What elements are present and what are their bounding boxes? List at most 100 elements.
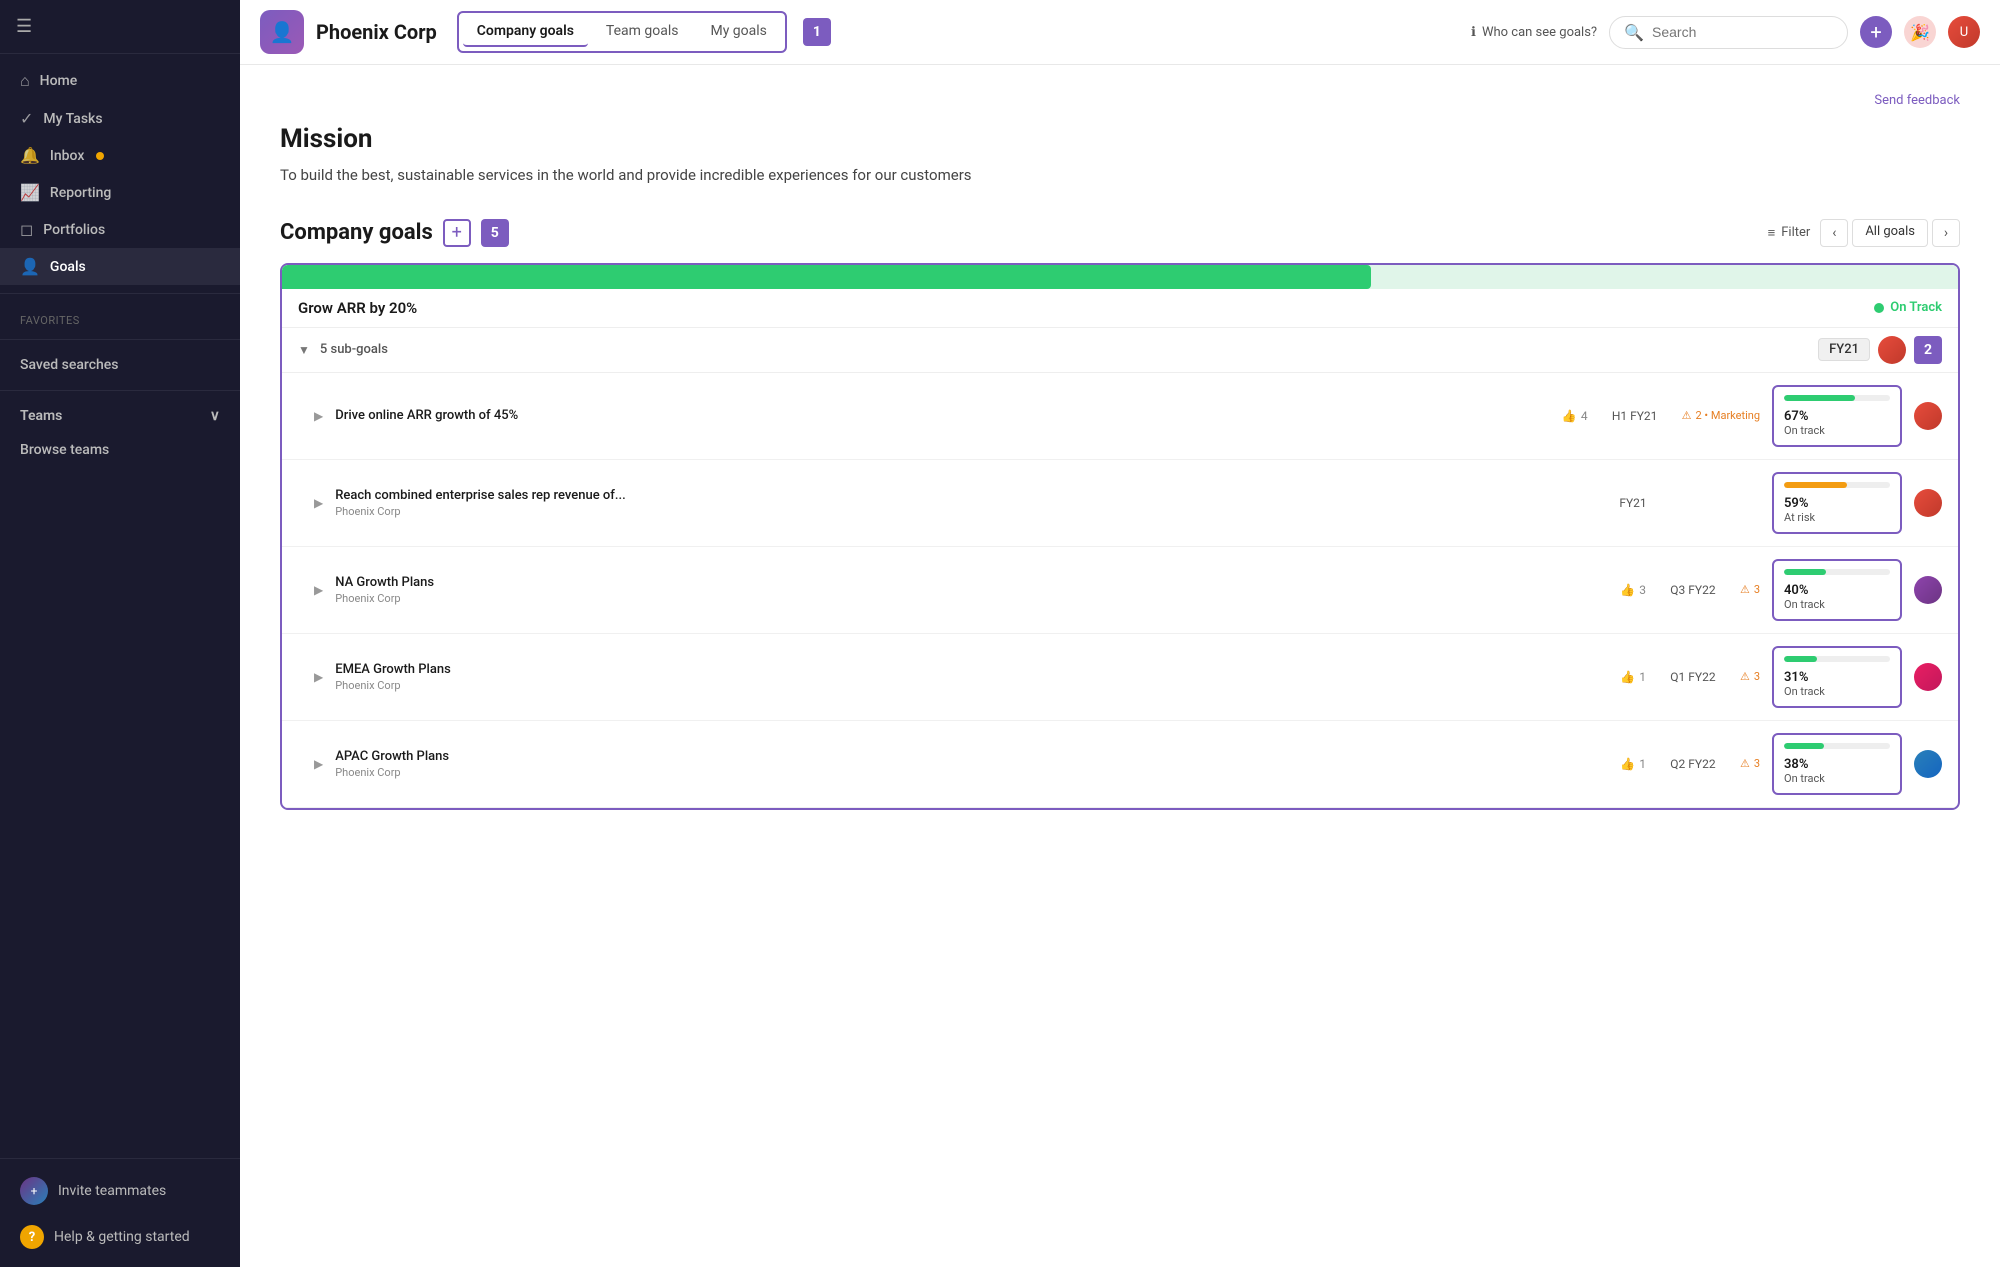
add-company-goal-button[interactable]: + [443,219,471,247]
filter-button[interactable]: ≡ Filter [1768,225,1811,241]
collapse-button[interactable]: ☰ [16,16,32,37]
user-avatar[interactable]: U [1948,16,1980,48]
expand-icon-3[interactable]: ▶ [314,670,323,684]
sub-goals-right-controls: FY21 2 [1818,336,1942,364]
sidebar-header: ☰ [0,0,240,54]
expand-icon-2[interactable]: ▶ [314,583,323,597]
info-icon: ℹ [1471,25,1476,40]
on-track-dot [1874,303,1884,313]
help-icon: ? [20,1225,44,1249]
sub-goal-period-4: Q2 FY22 [1658,757,1728,771]
sub-goal-period-3: Q1 FY22 [1658,670,1728,684]
sub-goal-progress-1: 59% At risk [1772,472,1902,534]
sidebar-item-label: Inbox [50,148,84,164]
expand-icon-0[interactable]: ▶ [314,409,323,423]
tab-team-goals[interactable]: Team goals [592,17,693,47]
fy-badge: FY21 [1818,338,1870,361]
org-avatar: 👤 [260,10,304,54]
sub-goal-name-1: Reach combined enterprise sales rep reve… [335,488,1574,503]
help-button[interactable]: ? Help & getting started [0,1215,240,1259]
send-feedback-link: Send feedback [280,89,1960,108]
like-icon-0: 👍 [1562,409,1577,423]
sub-goal-status-0: On track [1784,424,1890,437]
notification-icon[interactable]: 🎉 [1904,16,1936,48]
sidebar-item-browse-teams[interactable]: Browse teams [0,433,240,467]
sidebar-item-goals[interactable]: 👤 Goals [0,248,240,285]
send-feedback-anchor[interactable]: Send feedback [1874,93,1960,108]
sub-goal-like-0: 👍 4 [1562,409,1588,423]
mini-fill-1 [1784,482,1847,488]
add-goal-button[interactable]: + [1860,16,1892,48]
expand-icon-4[interactable]: ▶ [314,757,323,771]
inbox-icon: 🔔 [20,146,40,165]
sidebar-item-teams[interactable]: Teams ∨ [0,399,240,433]
portfolios-icon: ◻ [20,220,33,239]
warning-count-2: 3 [1754,583,1760,596]
goals-count-badge: 5 [481,219,509,247]
who-can-see-label: Who can see goals? [1482,25,1597,40]
mission-text: To build the best, sustainable services … [280,164,1960,187]
tab-my-goals[interactable]: My goals [696,17,780,47]
sidebar-item-inbox[interactable]: 🔔 Inbox [0,137,240,174]
sidebar-item-my-tasks[interactable]: ✓ My Tasks [0,100,240,137]
mini-bar-0 [1784,395,1890,401]
sub-goal-status-4: On track [1784,772,1890,785]
sub-goal-info-2: NA Growth Plans Phoenix Corp [335,575,1608,605]
sidebar-item-home[interactable]: ⌂ Home [0,62,240,100]
all-goals-button[interactable]: All goals [1852,219,1928,247]
sub-goal-avatar-1 [1914,489,1942,517]
search-icon: 🔍 [1624,23,1644,42]
mini-fill-4 [1784,743,1824,749]
main-area: 👤 Phoenix Corp Company goals Team goals … [240,0,2000,1267]
mini-fill-3 [1784,656,1817,662]
search-input[interactable] [1652,24,1833,40]
sub-goal-progress-3: 31% On track [1772,646,1902,708]
sub-goal-avatar-2 [1914,576,1942,604]
invite-teammates-button[interactable]: + Invite teammates [0,1167,240,1215]
sub-goal-info-1: Reach combined enterprise sales rep reve… [335,488,1574,518]
sub-goal-name-4: APAC Growth Plans [335,749,1608,764]
browse-teams-label: Browse teams [20,442,109,458]
main-progress-bar [282,265,1958,289]
sidebar: ☰ ⌂ Home ✓ My Tasks 🔔 Inbox 📈 Reporting … [0,0,240,1267]
sidebar-item-saved-searches[interactable]: Saved searches [0,348,240,382]
sub-goal-info-3: EMEA Growth Plans Phoenix Corp [335,662,1608,692]
goals-section-title: Company goals [280,220,433,245]
search-box[interactable]: 🔍 [1609,16,1848,49]
next-arrow-button[interactable]: › [1932,219,1960,247]
warning-count-3: 3 [1754,670,1760,683]
page-title: Phoenix Corp [316,20,437,44]
sub-goal-avatar-3 [1914,663,1942,691]
sidebar-item-reporting[interactable]: 📈 Reporting [0,174,240,211]
sub-goal-info-0: Drive online ARR growth of 45% [335,408,1550,423]
expand-arrow-icon[interactable]: ▼ [298,343,310,357]
invite-avatar: + [20,1177,48,1205]
sidebar-item-portfolios[interactable]: ◻ Portfolios [0,211,240,248]
goals-section-header: Company goals + 5 ≡ Filter ‹ All goals › [280,219,1960,247]
who-can-see-button[interactable]: ℹ Who can see goals? [1471,25,1597,40]
goals-right-controls: ≡ Filter ‹ All goals › [1768,219,1960,247]
prev-arrow-button[interactable]: ‹ [1820,219,1848,247]
sub-goal-item-2: ▶ NA Growth Plans Phoenix Corp 👍 3 Q3 FY… [282,547,1958,634]
mini-bar-4 [1784,743,1890,749]
sub-goal-progress-2: 40% On track [1772,559,1902,621]
like-icon-2: 👍 [1620,583,1635,597]
like-count-2: 3 [1639,583,1646,597]
sub-goal-sub-2: Phoenix Corp [335,592,1608,605]
like-icon-4: 👍 [1620,757,1635,771]
sub-goals-label: ▼ 5 sub-goals [298,342,388,357]
tab-company-goals[interactable]: Company goals [463,17,588,47]
like-count-3: 1 [1639,670,1646,684]
sub-goal-item-4: ▶ APAC Growth Plans Phoenix Corp 👍 1 Q2 … [282,721,1958,808]
mission-section: Mission To build the best, sustainable s… [280,124,1960,187]
mini-fill-2 [1784,569,1826,575]
assignee-avatar [1878,336,1906,364]
goal-card-title: Grow ARR by 20% [298,299,417,317]
mini-bar-1 [1784,482,1890,488]
warning-count-0: 2 • Marketing [1696,409,1761,422]
sub-goal-avatar-4 [1914,750,1942,778]
sidebar-nav: ⌂ Home ✓ My Tasks 🔔 Inbox 📈 Reporting ◻ … [0,54,240,1158]
expand-icon-1[interactable]: ▶ [314,496,323,510]
mission-title: Mission [280,124,1960,154]
sidebar-item-label: Home [40,73,78,89]
